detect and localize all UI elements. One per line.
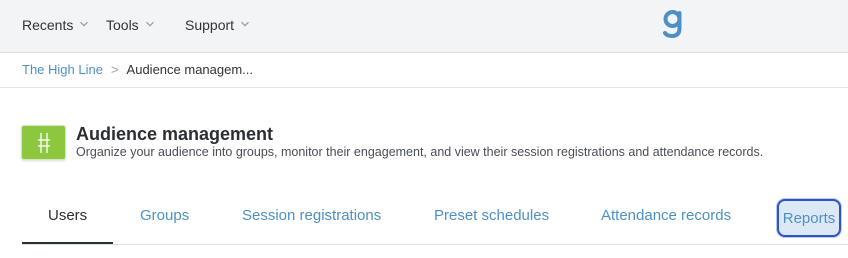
- support-menu[interactable]: Support: [185, 17, 250, 33]
- active-tab-indicator: [22, 242, 113, 244]
- tab-preset-schedules[interactable]: Preset schedules: [434, 207, 549, 224]
- g-logo-icon[interactable]: [662, 8, 684, 40]
- chevron-down-icon: [80, 21, 89, 27]
- tab-reports-label: Reports: [782, 209, 836, 227]
- breadcrumb: The High Line > Audience managem...: [22, 62, 253, 77]
- tab-bar: Users Groups Session registrations Prese…: [22, 195, 848, 245]
- tab-users[interactable]: Users: [48, 207, 87, 224]
- page-subtitle: Organize your audience into groups, moni…: [76, 145, 764, 159]
- recents-menu[interactable]: Recents: [22, 17, 89, 33]
- tools-menu-label: Tools: [106, 17, 139, 33]
- audience-management-app-icon: [21, 125, 66, 160]
- tools-menu[interactable]: Tools: [106, 17, 155, 33]
- tab-session-registrations[interactable]: Session registrations: [242, 207, 381, 224]
- header-divider: [0, 87, 848, 88]
- page-title: Audience management: [76, 124, 274, 144]
- fence-icon: [37, 132, 50, 153]
- top-navigation-bar: Recents Tools Support: [0, 0, 848, 53]
- chevron-down-icon: [145, 21, 154, 27]
- tab-reports[interactable]: Reports: [777, 199, 841, 237]
- recents-menu-label: Recents: [22, 17, 74, 33]
- chevron-down-icon: [241, 21, 250, 27]
- tab-groups[interactable]: Groups: [140, 207, 189, 224]
- tab-attendance-records[interactable]: Attendance records: [601, 207, 731, 224]
- support-menu-label: Support: [185, 17, 235, 33]
- breadcrumb-link-the-high-line[interactable]: The High Line: [22, 62, 103, 77]
- breadcrumb-current: Audience managem...: [126, 62, 254, 77]
- breadcrumb-separator: >: [110, 62, 119, 77]
